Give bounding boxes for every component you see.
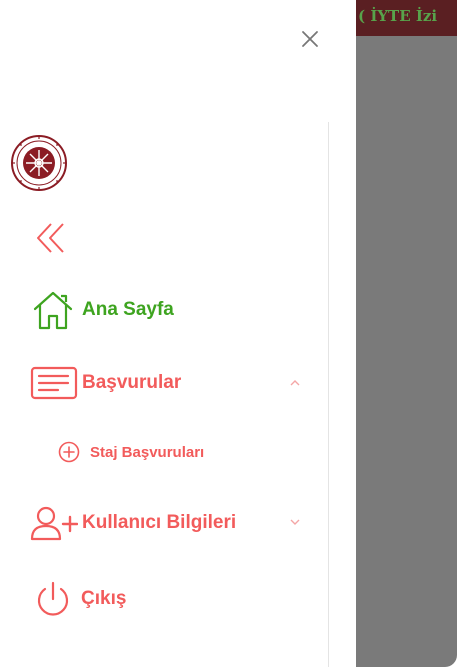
- power-icon: [37, 581, 69, 616]
- page-header-banner: ( İYTE İzi: [356, 0, 457, 36]
- menu-item-home-label: Ana Sayfa: [82, 299, 174, 320]
- document-list-icon: [30, 366, 78, 400]
- banner-title: ( İYTE İzi: [358, 7, 438, 25]
- plus-circle-icon: [58, 441, 80, 463]
- menu-item-logout[interactable]: Çıkış: [33, 579, 126, 619]
- menu-item-logout-label: Çıkış: [81, 588, 127, 609]
- double-chevron-left-icon[interactable]: [33, 220, 69, 256]
- menu-item-user-info[interactable]: Kullanıcı Bilgileri: [30, 505, 236, 541]
- background-overlay[interactable]: ( İYTE İzi: [356, 0, 457, 667]
- chevron-up-icon[interactable]: [289, 377, 301, 389]
- drawer-divider: [328, 122, 329, 667]
- university-seal-logo: [11, 135, 67, 191]
- chevron-down-icon[interactable]: [289, 516, 301, 528]
- menu-item-internship-applications[interactable]: Staj Başvuruları: [58, 441, 204, 463]
- menu-item-internship-label: Staj Başvuruları: [90, 443, 205, 461]
- menu-item-applications-label: Başvurular: [82, 372, 182, 393]
- menu-item-home[interactable]: Ana Sayfa: [32, 290, 174, 330]
- user-plus-icon: [30, 506, 78, 541]
- menu-item-applications[interactable]: Başvurular: [30, 365, 181, 401]
- home-icon: [33, 291, 73, 330]
- close-icon[interactable]: [298, 27, 322, 51]
- navigation-drawer: Ana Sayfa Başvurular Staj Başvuruları Ku…: [0, 0, 356, 667]
- menu-item-user-info-label: Kullanıcı Bilgileri: [82, 512, 237, 533]
